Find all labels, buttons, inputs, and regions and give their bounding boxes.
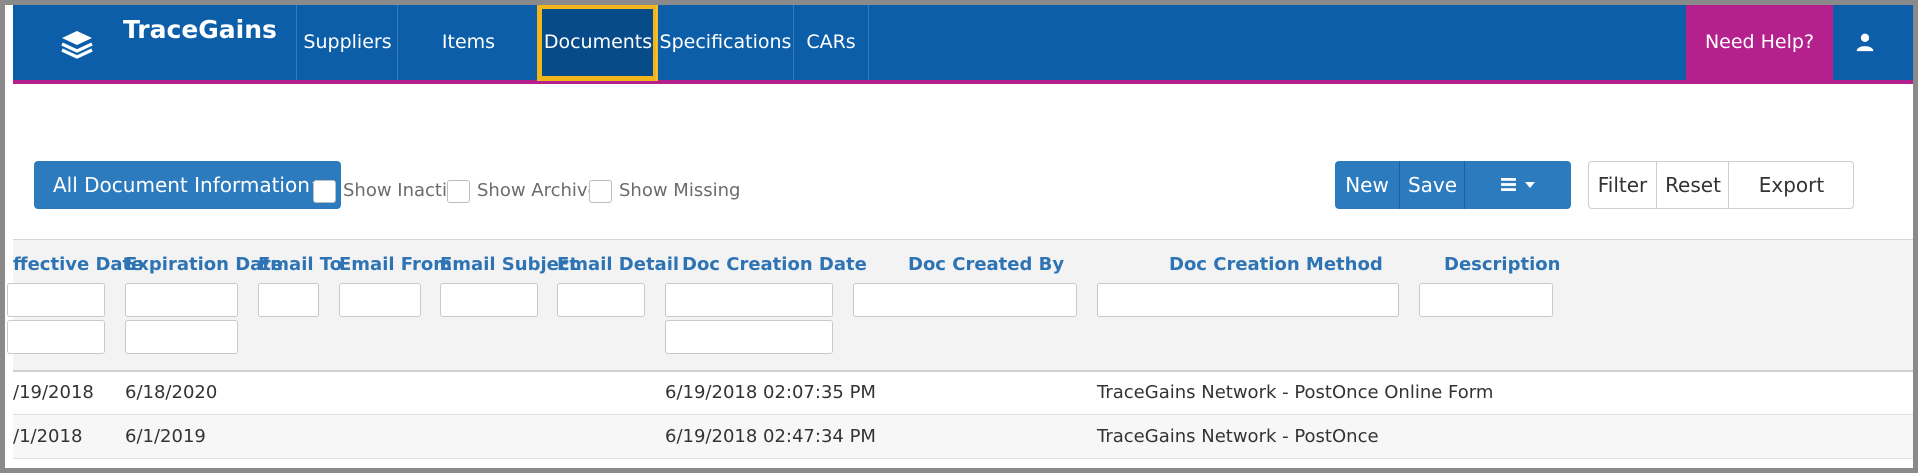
tab-specifications[interactable]: Specifications (656, 5, 794, 80)
table-row[interactable]: /19/2018 6/18/2020 6/19/2018 02:07:35 PM… (13, 371, 1913, 415)
cell-doc-creation-date: 6/19/2018 02:47:34 PM (665, 426, 876, 447)
user-menu-button[interactable] (1833, 5, 1897, 80)
filter-input-expiration-date-to[interactable] (125, 320, 238, 354)
column-header-effective-date[interactable]: ffective Date (13, 254, 143, 275)
column-header-email-detail[interactable]: Email Detail (557, 254, 679, 275)
column-header-doc-creation-date[interactable]: Doc Creation Date (682, 254, 867, 275)
reset-button[interactable]: Reset (1656, 162, 1729, 208)
tab-items-supplied[interactable]: Items Supplied (397, 5, 539, 128)
view-select-dropdown[interactable]: All Document Information (34, 161, 341, 209)
user-icon (1856, 33, 1874, 52)
action-button-group: New Save (1335, 161, 1571, 209)
filter-input-doc-creation-date-to[interactable] (665, 320, 833, 354)
save-button[interactable]: Save (1399, 161, 1465, 209)
filter-input-email-to[interactable] (258, 283, 319, 317)
caret-down-icon (1525, 182, 1535, 188)
cell-doc-creation-date: 6/19/2018 02:07:35 PM (665, 382, 876, 403)
filter-input-effective-date-from[interactable] (7, 283, 105, 317)
cell-doc-creation-method: TraceGains Network - PostOnce (1097, 426, 1379, 447)
top-navbar: TraceGains Suppliers Items Supplied Docu… (13, 5, 1913, 128)
cell-doc-creation-method: TraceGains Network - PostOnce Online For… (1097, 382, 1494, 403)
filter-button[interactable]: Filter (1589, 162, 1656, 208)
checkbox-box[interactable] (447, 180, 470, 203)
brand-name: TraceGains (123, 15, 277, 44)
checkbox-box[interactable] (589, 180, 612, 203)
cell-effective-date: /1/2018 (13, 426, 83, 447)
filter-input-email-subject[interactable] (440, 283, 538, 317)
filter-input-doc-creation-date-from[interactable] (665, 283, 833, 317)
tab-documents[interactable]: Documents (537, 5, 658, 81)
app-frame: TraceGains Suppliers Items Supplied Docu… (5, 5, 1913, 468)
cell-expiration-date: 6/1/2019 (125, 426, 206, 447)
layers-icon (61, 31, 93, 59)
tab-suppliers[interactable]: Suppliers (296, 5, 398, 80)
filter-input-email-from[interactable] (339, 283, 421, 317)
view-select-label: All Document Information (53, 173, 310, 197)
filter-input-email-detail[interactable] (557, 283, 645, 317)
need-help-button[interactable]: Need Help? (1686, 5, 1833, 80)
filter-input-doc-creation-method[interactable] (1097, 283, 1399, 317)
tab-cars[interactable]: CARs (793, 5, 869, 80)
filter-input-doc-created-by[interactable] (853, 283, 1077, 317)
grid-header: ffective Date Expiration Date Email To E… (7, 239, 1913, 372)
new-button[interactable]: New (1335, 161, 1399, 209)
table-row[interactable]: /1/2018 6/1/2019 6/19/2018 02:47:34 PM T… (13, 415, 1913, 459)
checkbox-box[interactable] (313, 180, 336, 203)
column-header-doc-created-by[interactable]: Doc Created By (908, 254, 1064, 275)
column-header-email-to[interactable]: Email To (258, 254, 342, 275)
export-button[interactable]: Export (1728, 162, 1854, 208)
cell-expiration-date: 6/18/2020 (125, 382, 218, 403)
column-header-email-from[interactable]: Email From (339, 254, 452, 275)
grid-button-group: Filter Reset Export (1588, 161, 1854, 209)
cell-effective-date: /19/2018 (13, 382, 94, 403)
checkbox-label: Show Missing (619, 180, 741, 201)
hamburger-menu-icon (1501, 178, 1516, 191)
filter-input-description[interactable] (1419, 283, 1553, 317)
filter-input-effective-date-to[interactable] (7, 320, 105, 354)
column-header-description[interactable]: Description (1444, 254, 1560, 275)
filter-input-expiration-date-from[interactable] (125, 283, 238, 317)
column-header-doc-creation-method[interactable]: Doc Creation Method (1169, 254, 1383, 275)
options-menu-button[interactable] (1464, 161, 1571, 209)
